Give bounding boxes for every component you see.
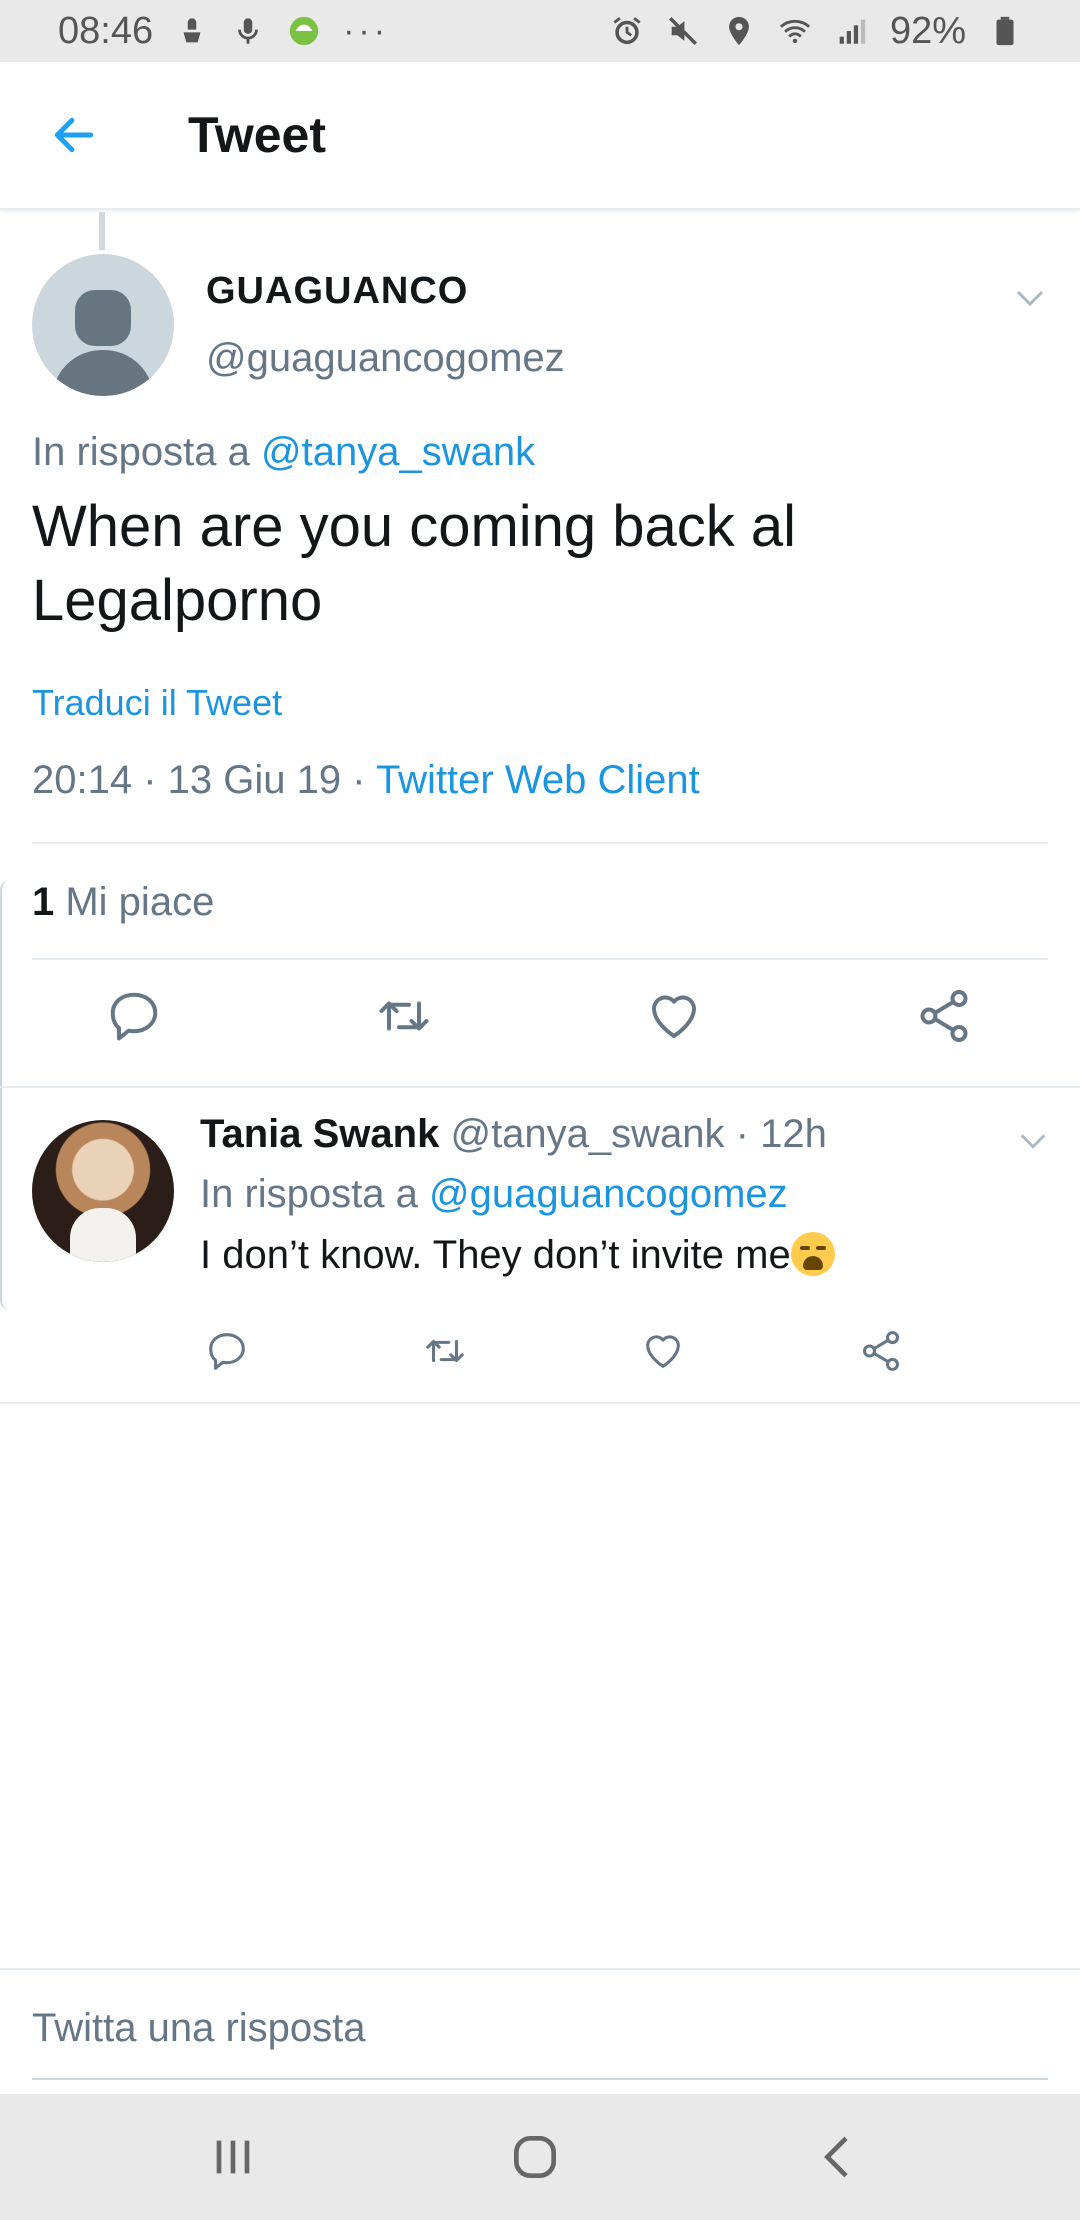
home-icon [514, 2136, 556, 2178]
chevron-left-icon [824, 2136, 848, 2178]
reply-reply-button[interactable] [204, 1328, 250, 1374]
divider [32, 842, 1048, 844]
chevron-down-icon [1020, 1134, 1046, 1149]
mute-icon [666, 14, 700, 48]
location-icon [722, 14, 756, 48]
heart-icon [652, 995, 696, 1038]
back-nav-button[interactable] [804, 2122, 874, 2192]
share-button[interactable] [914, 986, 974, 1046]
divider [0, 1086, 1080, 1088]
reply-text-content: I don’t know. They don’t invite me [200, 1233, 791, 1277]
crying-emoji-icon [790, 1232, 835, 1276]
like-button[interactable] [644, 986, 704, 1046]
reply-author-name: Tania Swank [200, 1112, 440, 1156]
reply-meta: @tanya_swank · 12h [439, 1112, 827, 1156]
retweet-icon [379, 1001, 429, 1031]
translate-link[interactable]: Traduci il Tweet [32, 682, 282, 724]
status-right: 92% [610, 10, 1022, 53]
compose-underline [32, 2078, 1048, 2080]
page-title: Tweet [188, 107, 326, 163]
home-button[interactable] [500, 2122, 570, 2192]
battery-icon [988, 14, 1022, 48]
divider [0, 1402, 1080, 1404]
retweet-button[interactable] [374, 986, 434, 1046]
status-bar: 08:46 ··· 92% [0, 0, 1080, 62]
avatar[interactable] [32, 254, 174, 396]
battery-percent: 92% [889, 9, 966, 52]
status-time: 08:46 [58, 9, 154, 52]
author-name[interactable]: GUAGUANCO [206, 270, 468, 313]
compose-reply-input[interactable]: Twitta una risposta [32, 2006, 366, 2051]
more-notifications-icon: ··· [343, 11, 390, 50]
divider [32, 958, 1048, 960]
share-icon [862, 1331, 900, 1371]
reply-options-button[interactable] [1016, 1124, 1050, 1158]
likes-label: Mi piace [54, 880, 215, 924]
client-link[interactable]: Twitter Web Client [376, 758, 700, 802]
share-icon [920, 990, 968, 1042]
retweet-icon [426, 1339, 464, 1363]
reply-header[interactable]: Tania Swank @tanya_swank · 12h [200, 1112, 827, 1157]
reply-share-button[interactable] [858, 1328, 904, 1374]
comment-icon [110, 992, 158, 1041]
comment-icon [209, 1333, 245, 1370]
reply-to-prefix: In risposta a [32, 430, 262, 474]
likes-number: 1 [32, 880, 55, 924]
thread-line [99, 212, 105, 250]
back-button[interactable] [34, 95, 114, 175]
app-notification-icon [287, 14, 321, 48]
arrow-left-icon [54, 117, 94, 153]
reply-like-button[interactable] [640, 1328, 686, 1374]
timestamp: 20:14 · 13 Giu 19 · [32, 758, 376, 802]
recents-button[interactable] [198, 2122, 268, 2192]
alarm-icon [610, 14, 644, 48]
reply-text: I don’t know. They don’t invite me [200, 1232, 835, 1278]
reply-button[interactable] [104, 986, 164, 1046]
reply-to-line: In risposta a @tanya_swank [32, 430, 535, 475]
side-rule [0, 880, 10, 1310]
reply-to-prefix: In risposta a [200, 1172, 430, 1216]
reply-retweet-button[interactable] [422, 1328, 468, 1374]
author-handle[interactable]: @guaguancogomez [206, 336, 565, 381]
signal-icon [834, 14, 868, 48]
microphone-icon [231, 14, 265, 48]
tweet-text: When are you coming back al Legalporno [32, 494, 797, 633]
notification-icon [175, 14, 209, 48]
tweet-metadata: 20:14 · 13 Giu 19 · Twitter Web Client [32, 758, 700, 803]
heart-icon [646, 1335, 680, 1368]
chevron-down-icon [1016, 290, 1044, 307]
reply-to-link[interactable]: @tanya_swank [261, 430, 535, 474]
compose-border [0, 1968, 1080, 1970]
tweet-options-button[interactable] [1012, 280, 1048, 316]
system-nav-bar [0, 2094, 1080, 2220]
reply-avatar[interactable] [32, 1120, 174, 1262]
recents-icon [216, 2140, 250, 2174]
reply-to-link[interactable]: @guaguancogomez [429, 1172, 788, 1216]
reply-to-line: In risposta a @guaguancogomez [200, 1172, 788, 1217]
wifi-icon [778, 14, 812, 48]
tweet-actions [0, 986, 1080, 1066]
status-left: 08:46 ··· [58, 10, 389, 53]
likes-count[interactable]: 1 Mi piace [32, 880, 214, 925]
app-bar: Tweet [0, 62, 1080, 210]
